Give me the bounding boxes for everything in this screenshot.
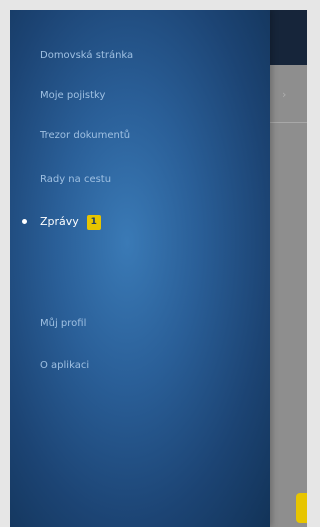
menu-item-about-app[interactable]: O aplikaci bbox=[40, 356, 89, 376]
menu-item-my-profile[interactable]: Můj profil bbox=[40, 314, 86, 334]
menu-item-label: Trezor dokumentů bbox=[40, 130, 131, 141]
content-header-bar bbox=[270, 10, 307, 65]
menu-item-label: Zprávy bbox=[40, 215, 79, 228]
app-window: › Domovská stránka Moje pojistky Trezor … bbox=[10, 10, 307, 527]
menu-item-label: Rady na cestu bbox=[40, 174, 112, 185]
navigation-drawer: Domovská stránka Moje pojistky Trezor do… bbox=[10, 10, 270, 527]
menu-item-travel-tips[interactable]: Rady na cestu bbox=[40, 170, 111, 190]
menu-item-label: Můj profil bbox=[40, 318, 87, 329]
active-bullet-icon bbox=[22, 219, 27, 224]
menu-item-document-vault[interactable]: Trezor dokumentů bbox=[40, 126, 130, 146]
content-divider bbox=[270, 122, 307, 123]
menu-item-messages[interactable]: Zprávy 1 bbox=[22, 212, 101, 232]
menu-item-label: O aplikaci bbox=[40, 360, 90, 371]
floating-action-button[interactable] bbox=[296, 493, 307, 523]
menu-item-my-policies[interactable]: Moje pojistky bbox=[40, 86, 105, 106]
menu-item-home[interactable]: Domovská stránka bbox=[40, 46, 133, 66]
unread-count-badge: 1 bbox=[86, 214, 101, 230]
menu-item-label: Domovská stránka bbox=[40, 50, 134, 61]
chevron-right-icon[interactable]: › bbox=[282, 88, 286, 101]
menu-item-label: Moje pojistky bbox=[40, 90, 106, 101]
